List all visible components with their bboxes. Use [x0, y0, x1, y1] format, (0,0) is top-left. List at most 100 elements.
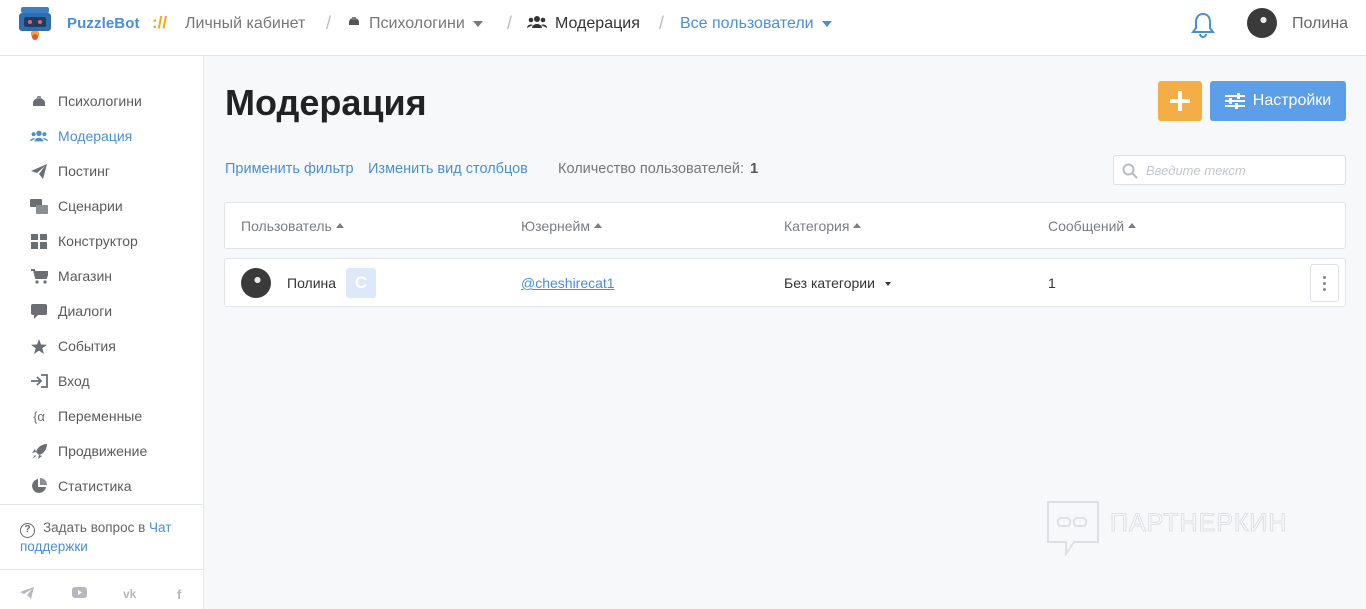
sidebar-item-label: Диалоги — [58, 303, 113, 319]
sort-up-icon — [335, 223, 344, 229]
bot-icon — [30, 93, 48, 109]
sidebar-item-statistics[interactable]: Статистика — [30, 476, 132, 496]
user-count: Количество пользователей: 1 — [558, 161, 758, 177]
column-header-label: Сообщений — [1048, 218, 1125, 234]
column-header-label: Юзернейм — [521, 218, 590, 234]
question-icon: ? — [20, 523, 35, 538]
breadcrumb-section[interactable]: Модерация — [527, 15, 640, 33]
support-help: ? Задать вопрос в Чат поддержки — [20, 519, 195, 555]
page-title: Модерация — [225, 82, 427, 123]
column-header-category[interactable]: Категория — [784, 218, 862, 234]
divider — [0, 569, 203, 570]
sidebar-item-posting[interactable]: Постинг — [30, 161, 110, 181]
divider — [0, 504, 203, 505]
watermark: ПАРТНЕРКИН — [1046, 500, 1316, 558]
table-row[interactable]: Полина C @cheshirecat1 Без категории 1 — [224, 258, 1346, 307]
user-count-value: 1 — [750, 161, 759, 177]
bot-icon — [349, 17, 359, 25]
sign-in-icon — [30, 373, 48, 389]
search-input[interactable] — [1146, 160, 1336, 180]
breadcrumb-account[interactable]: Личный кабинет — [185, 15, 305, 33]
sidebar-item-label: Вход — [58, 373, 90, 389]
users-icon — [527, 16, 547, 28]
chevron-down-icon — [472, 20, 483, 27]
avatar[interactable] — [241, 268, 271, 298]
kebab-dot — [1323, 281, 1326, 285]
sidebar-item-label: Конструктор — [58, 233, 138, 249]
youtube-icon[interactable] — [72, 587, 87, 598]
user-name[interactable]: Полина — [1292, 15, 1348, 33]
row-user-name[interactable]: Полина — [287, 275, 336, 291]
column-header-messages[interactable]: Сообщений — [1048, 218, 1137, 234]
sidebar-item-moderation[interactable]: Модерация — [30, 126, 132, 146]
user-count-label: Количество пользователей: — [558, 161, 745, 177]
sidebar-item-label: Модерация — [58, 128, 133, 144]
brand-name[interactable]: PuzzleBot — [67, 15, 140, 32]
sidebar-item-entry[interactable]: Вход — [30, 371, 90, 391]
chevron-down-icon — [884, 282, 891, 287]
breadcrumb-section-label: Модерация — [555, 15, 640, 32]
column-header-user[interactable]: Пользователь — [241, 218, 344, 234]
row-username-link[interactable]: @cheshirecat1 — [521, 275, 615, 291]
sidebar-item-dialogs[interactable]: Диалоги — [30, 301, 112, 321]
watermark-text: ПАРТНЕРКИН — [1109, 509, 1288, 538]
avatar[interactable] — [1247, 8, 1277, 38]
sidebar-item-label: Психологини — [58, 93, 142, 109]
breadcrumb-bot-label: Психологини — [369, 15, 465, 32]
variable-icon: {α — [33, 408, 45, 424]
puzzlebot-logo-icon[interactable] — [19, 5, 51, 41]
sidebar-item-label: Статистика — [58, 478, 132, 494]
telegram-icon[interactable] — [20, 587, 34, 599]
row-category-dropdown[interactable]: Без категории — [784, 275, 891, 291]
vk-icon[interactable]: vk — [123, 587, 136, 601]
sidebar-item-label: Продвижение — [58, 443, 148, 459]
breadcrumb-filter-dropdown[interactable]: Все пользователи — [680, 15, 832, 33]
brand-slash: :// — [152, 13, 168, 32]
sidebar: Психологини Модерация Постинг Сценарии К… — [0, 56, 204, 609]
status-badge: C — [346, 268, 376, 298]
breadcrumb-separator: / — [326, 13, 332, 33]
search-icon — [1122, 163, 1138, 179]
users-icon — [30, 128, 48, 144]
breadcrumb-separator: / — [507, 13, 513, 33]
grid-icon — [30, 233, 48, 249]
sort-up-icon — [593, 223, 602, 229]
sidebar-item-label: Переменные — [58, 408, 143, 424]
sort-up-icon — [853, 223, 862, 229]
sidebar-item-constructor[interactable]: Конструктор — [30, 231, 138, 251]
change-columns-link[interactable]: Изменить вид столбцов — [368, 161, 528, 177]
settings-button-label: Настройки — [1252, 92, 1332, 109]
sidebar-item-shop[interactable]: Магазин — [30, 266, 112, 286]
scenarios-icon — [30, 198, 48, 214]
search-box — [1113, 155, 1346, 185]
sidebar-item-promotion[interactable]: Продвижение — [30, 441, 147, 461]
breadcrumb-bot[interactable]: Психологини — [347, 15, 483, 33]
pie-chart-icon — [30, 478, 48, 494]
breadcrumb-separator: / — [659, 13, 665, 33]
kebab-dot — [1323, 287, 1326, 291]
sidebar-item-variables[interactable]: {α Переменные — [30, 406, 142, 426]
settings-button[interactable]: Настройки — [1210, 81, 1346, 121]
sidebar-item-scenarios[interactable]: Сценарии — [30, 196, 123, 216]
sort-up-icon — [1128, 223, 1137, 229]
star-icon — [30, 338, 48, 354]
chevron-down-icon — [821, 20, 832, 27]
column-header-username[interactable]: Юзернейм — [521, 218, 602, 234]
plus-icon — [1170, 91, 1190, 111]
help-prefix: Задать вопрос в — [43, 520, 146, 535]
watermark-logo-icon — [1047, 501, 1099, 558]
facebook-icon[interactable]: f — [177, 587, 181, 602]
sidebar-item-psychologini[interactable]: Психологини — [30, 91, 142, 111]
sidebar-item-label: Магазин — [58, 268, 113, 284]
sidebar-item-events[interactable]: События — [30, 336, 116, 356]
sidebar-item-label: События — [58, 338, 116, 354]
kebab-dot — [1323, 275, 1326, 279]
paper-plane-icon — [30, 163, 48, 179]
sliders-icon — [1224, 93, 1245, 109]
column-header-label: Категория — [784, 218, 850, 234]
bell-icon[interactable] — [1190, 11, 1216, 39]
row-messages-count: 1 — [1048, 275, 1056, 291]
add-button[interactable] — [1158, 81, 1202, 121]
apply-filter-link[interactable]: Применить фильтр — [225, 161, 354, 177]
row-menu-button[interactable] — [1310, 264, 1339, 302]
